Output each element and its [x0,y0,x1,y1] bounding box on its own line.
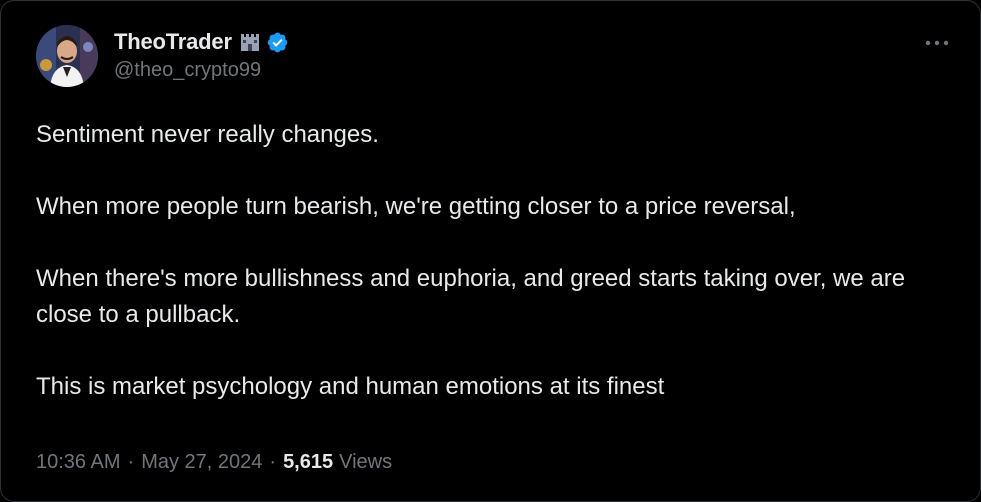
views-label[interactable]: Views [339,451,392,474]
tweet-paragraph: When more people turn bearish, we're get… [36,193,796,220]
tweet-text: Sentiment never really changes. When mor… [36,117,936,405]
more-options-button[interactable] [922,33,952,53]
tweet-paragraph: This is market psychology and human emot… [36,373,665,400]
author-name-row[interactable]: TheoTrader [114,27,289,57]
meta-separator: · [269,451,277,473]
tweet-time[interactable]: 10:36 AM [36,451,121,474]
avatar[interactable] [36,25,98,87]
tweet-date[interactable]: May 27, 2024 [141,451,262,474]
avatar-image [36,25,98,87]
meta-separator: · [127,451,135,473]
tweet-card: TheoTrader @theo_crypto99 Sentiment neve… [0,0,981,502]
tweet-meta: 10:36 AM · May 27, 2024 · 5,615 Views [36,451,392,474]
author-handle[interactable]: @theo_crypto99 [114,59,261,82]
verified-badge-icon[interactable] [266,31,289,54]
display-name[interactable]: TheoTrader [114,29,232,55]
more-horizontal-icon [925,40,949,46]
tweet-paragraph: When there's more bullishness and euphor… [36,265,906,328]
views-count[interactable]: 5,615 [283,451,333,474]
tweet-paragraph: Sentiment never really changes. [36,121,379,148]
castle-emoji-icon [239,31,261,53]
